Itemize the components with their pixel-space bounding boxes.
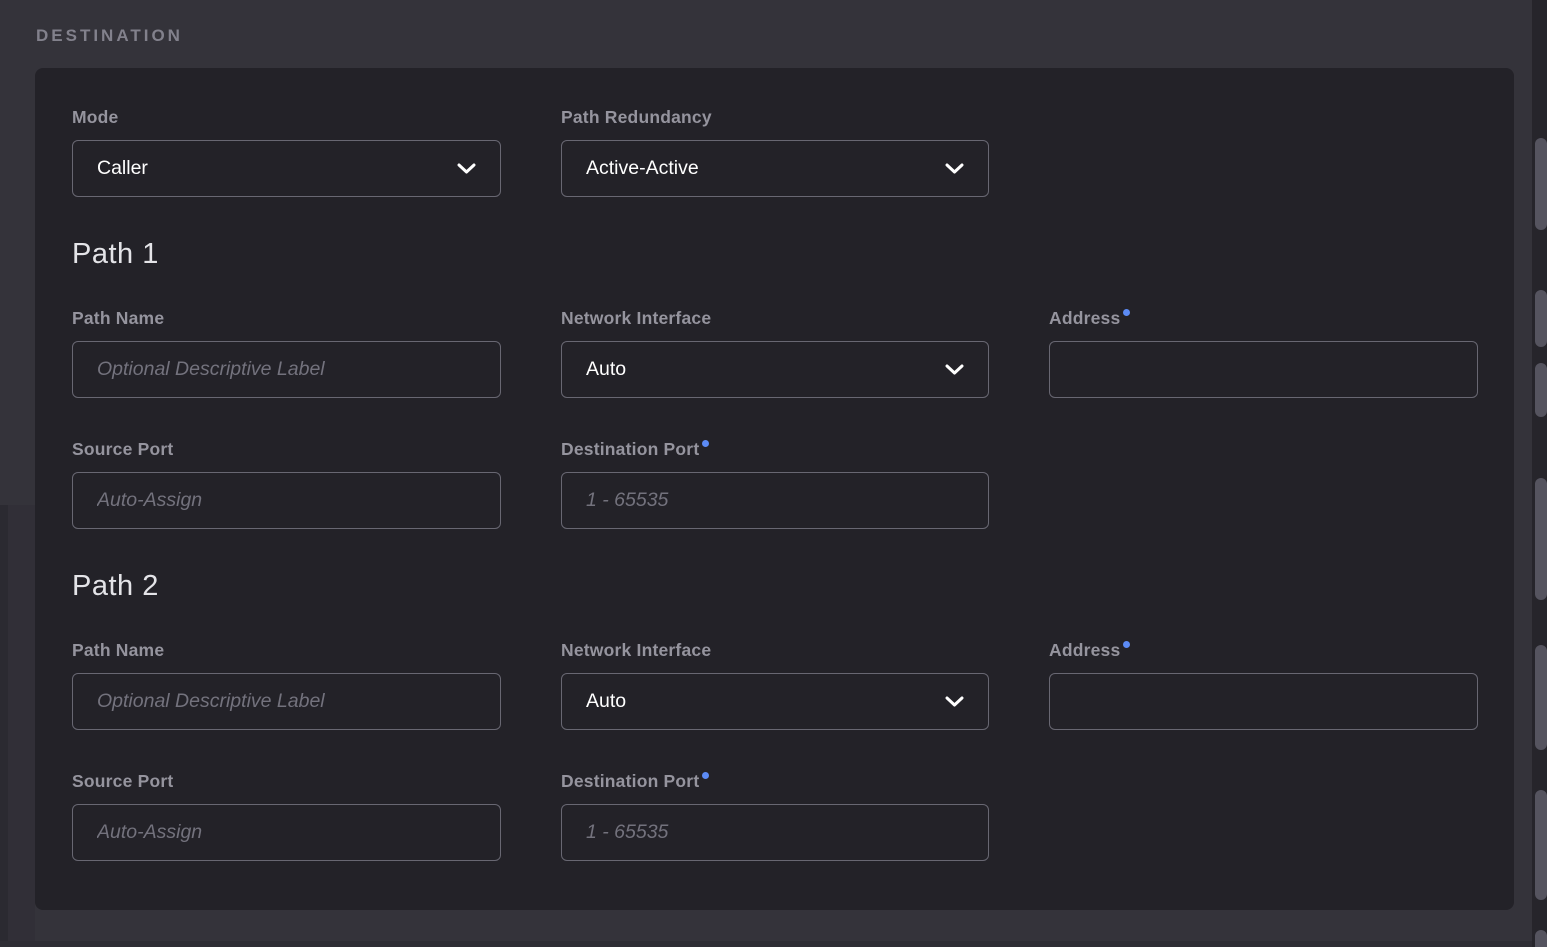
path-2-source-port-field: Source Port	[72, 771, 501, 861]
path-2-source-port-label: Source Port	[72, 771, 501, 791]
path-2-row-1: Path Name Network Interface Auto Address	[72, 640, 1478, 730]
destination-form-card: Mode Caller Path Redundancy Active-Activ…	[35, 68, 1514, 910]
scrollbar-thumb-segment[interactable]	[1535, 138, 1547, 230]
path-1-address-input[interactable]	[1049, 341, 1478, 398]
path-1-network-interface-value: Auto	[586, 358, 626, 381]
path-1-row-2: Source Port Destination Port	[72, 439, 1478, 529]
path-1-network-interface-select[interactable]: Auto	[561, 341, 989, 398]
scrollbar-thumb-segment[interactable]	[1535, 645, 1547, 750]
background-bottom-edge	[0, 941, 1547, 947]
section-title: DESTINATION	[36, 26, 183, 46]
path-1-source-port-input[interactable]	[72, 472, 501, 529]
chevron-down-icon	[457, 163, 476, 174]
path-2-network-interface-field: Network Interface Auto	[561, 640, 989, 730]
chevron-down-icon	[945, 696, 964, 707]
required-dot-icon	[1123, 309, 1130, 316]
mode-label: Mode	[72, 107, 501, 127]
path-1-network-interface-field: Network Interface Auto	[561, 308, 989, 398]
path-1-destination-port-field: Destination Port	[561, 439, 989, 529]
path-1-destination-port-label: Destination Port	[561, 439, 989, 459]
path-redundancy-label: Path Redundancy	[561, 107, 989, 127]
mode-select-value: Caller	[97, 157, 148, 180]
required-dot-icon	[1123, 641, 1130, 648]
path-2-address-label: Address	[1049, 640, 1478, 660]
scrollbar-track	[1532, 0, 1547, 947]
mode-row: Mode Caller Path Redundancy Active-Activ…	[72, 107, 1478, 197]
required-dot-icon	[702, 772, 709, 779]
path-2-destination-port-input[interactable]	[561, 804, 989, 861]
path-2-source-port-input[interactable]	[72, 804, 501, 861]
mode-field: Mode Caller	[72, 107, 501, 197]
path-1-destination-port-input[interactable]	[561, 472, 989, 529]
path-1-source-port-field: Source Port	[72, 439, 501, 529]
mode-select[interactable]: Caller	[72, 140, 501, 197]
path-2-row-2: Source Port Destination Port	[72, 771, 1478, 861]
path-redundancy-field: Path Redundancy Active-Active	[561, 107, 989, 197]
path-1-row-1: Path Name Network Interface Auto Address	[72, 308, 1478, 398]
path-2-destination-port-field: Destination Port	[561, 771, 989, 861]
required-dot-icon	[702, 440, 709, 447]
path-2-network-interface-value: Auto	[586, 690, 626, 713]
path-1-name-input[interactable]	[72, 341, 501, 398]
path-2-network-interface-select[interactable]: Auto	[561, 673, 989, 730]
path-2-address-field: Address	[1049, 640, 1478, 730]
path-2-name-field: Path Name	[72, 640, 501, 730]
path-2-name-label: Path Name	[72, 640, 501, 660]
scrollbar-thumb-segment[interactable]	[1535, 290, 1547, 347]
chevron-down-icon	[945, 163, 964, 174]
path-1-heading: Path 1	[72, 236, 1478, 272]
path-redundancy-select[interactable]: Active-Active	[561, 140, 989, 197]
path-2-destination-port-label: Destination Port	[561, 771, 989, 791]
scrollbar-thumb-segment[interactable]	[1535, 930, 1547, 947]
path-2-address-input[interactable]	[1049, 673, 1478, 730]
scrollbar-thumb-segment[interactable]	[1535, 790, 1547, 900]
path-2-network-interface-label: Network Interface	[561, 640, 989, 660]
path-2-heading: Path 2	[72, 568, 1478, 604]
path-1-name-field: Path Name	[72, 308, 501, 398]
background-panel-edge	[0, 505, 8, 947]
scrollbar-thumb-segment[interactable]	[1535, 478, 1547, 600]
path-1-address-field: Address	[1049, 308, 1478, 398]
path-1-network-interface-label: Network Interface	[561, 308, 989, 328]
path-1-address-label: Address	[1049, 308, 1478, 328]
path-2-name-input[interactable]	[72, 673, 501, 730]
destination-settings-page: DESTINATION Mode Caller Path Redundancy …	[0, 0, 1547, 947]
chevron-down-icon	[945, 364, 964, 375]
path-1-name-label: Path Name	[72, 308, 501, 328]
path-1-source-port-label: Source Port	[72, 439, 501, 459]
scrollbar-thumb-segment[interactable]	[1535, 363, 1547, 417]
path-redundancy-select-value: Active-Active	[586, 157, 699, 180]
